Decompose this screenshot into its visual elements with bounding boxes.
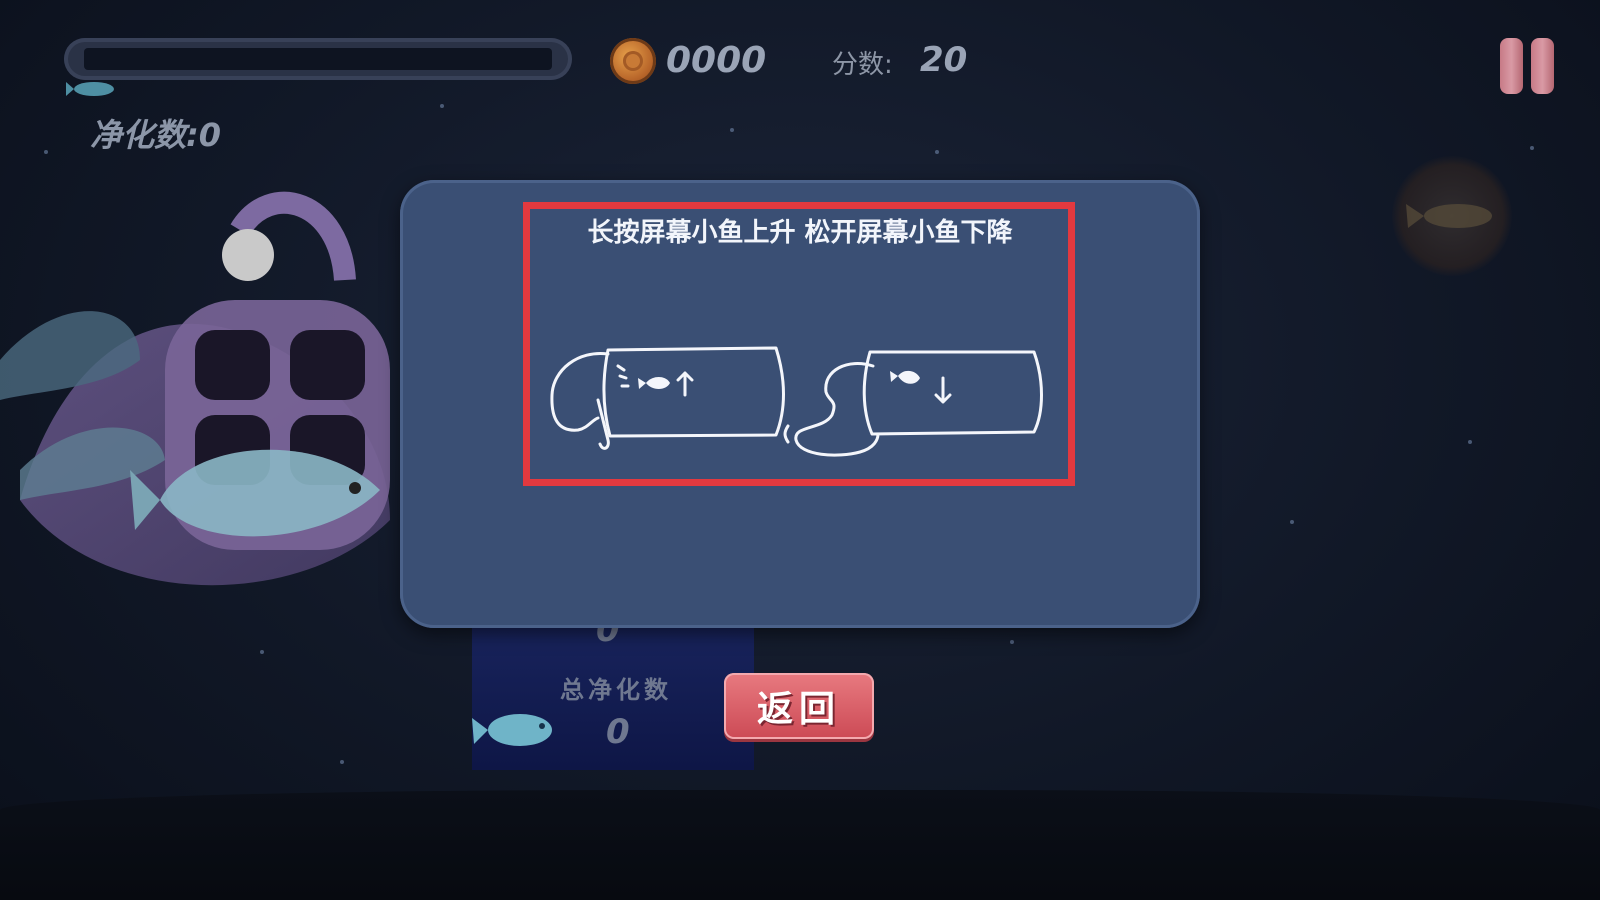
- progress-inner: [84, 48, 552, 70]
- fish-icon: [1406, 204, 1492, 228]
- back-button[interactable]: 返回: [724, 673, 874, 739]
- result-fish-icon: [472, 714, 552, 746]
- coin-icon: [610, 38, 656, 84]
- coin-count: 0000: [666, 40, 767, 81]
- jellyfish-character-decoration: [0, 191, 390, 586]
- control-instruction-illustration: [550, 346, 1043, 457]
- score-value: 20: [920, 40, 968, 80]
- total-purified-label: 总净化数: [560, 676, 672, 704]
- pause-button[interactable]: [1500, 38, 1558, 94]
- pause-icon-bar: [1531, 38, 1554, 94]
- progress-fish-icon: [66, 82, 114, 96]
- total-purified-value: 0: [606, 712, 630, 752]
- score-label: 分数:: [832, 50, 893, 80]
- seafloor: [0, 790, 1600, 900]
- pause-icon: [1500, 38, 1523, 94]
- instruction-text: 长按屏幕小鱼上升 松开屏幕小鱼下降: [587, 218, 1013, 248]
- fish-skill-icon[interactable]: [1392, 156, 1512, 276]
- purification-progress-bar: [64, 38, 572, 80]
- purify-count-label: 净化数:0: [90, 116, 222, 154]
